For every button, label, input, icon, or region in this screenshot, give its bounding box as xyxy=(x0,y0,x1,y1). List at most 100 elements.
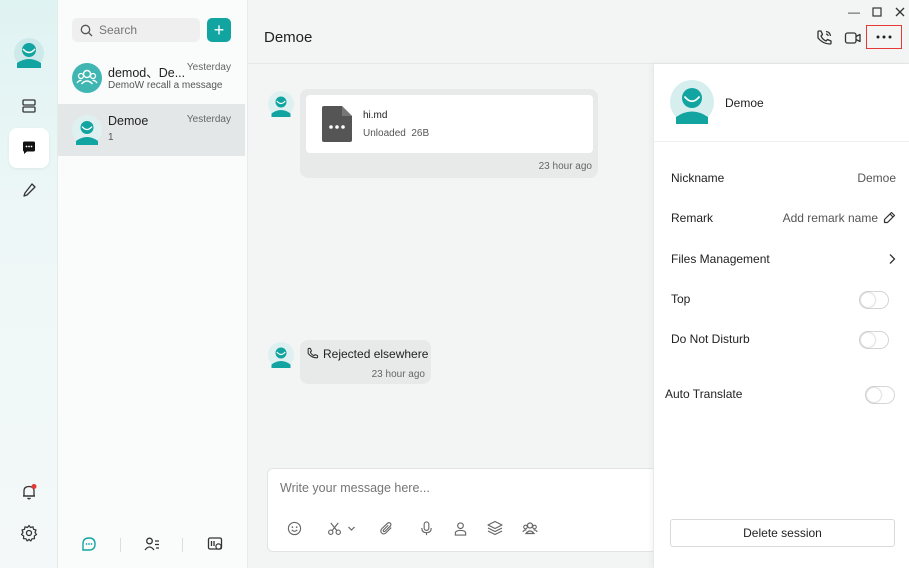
microphone-icon xyxy=(420,520,432,535)
close-window-button[interactable] xyxy=(893,5,907,19)
conversation-name: Demoe xyxy=(108,114,149,128)
video-call-button[interactable] xyxy=(844,30,864,48)
contact-name: Demoe xyxy=(725,96,764,110)
conversation-item-demoe[interactable]: Demoe Yesterday 1 xyxy=(58,104,245,156)
more-options-button[interactable] xyxy=(866,25,902,49)
edit-icon[interactable] xyxy=(883,211,896,224)
file-icon xyxy=(322,106,352,142)
attach-file-button[interactable] xyxy=(377,519,395,537)
tab-workbench[interactable] xyxy=(203,532,227,556)
top-label: Top xyxy=(671,292,691,306)
call-status-text: Rejected elsewhere xyxy=(323,347,429,361)
file-name: hi.md xyxy=(363,110,388,121)
auto-translate-row: Auto Translate xyxy=(665,386,895,407)
scissors-icon xyxy=(327,522,341,535)
files-management-row[interactable]: Files Management xyxy=(671,252,896,272)
top-toggle[interactable] xyxy=(859,291,889,309)
chat-nav-button[interactable] xyxy=(9,128,49,168)
notifications-button[interactable] xyxy=(9,472,49,512)
conversation-time: Yesterday xyxy=(186,62,231,73)
person-icon xyxy=(454,521,466,536)
emoji-button[interactable] xyxy=(285,519,303,537)
chat-title: Demoe xyxy=(264,29,313,46)
remark-label: Remark xyxy=(671,211,714,225)
panel-divider xyxy=(654,141,909,142)
do-not-disturb-toggle[interactable] xyxy=(859,331,889,349)
close-icon xyxy=(895,7,905,17)
auto-translate-label: Auto Translate xyxy=(665,387,743,401)
do-not-disturb-label: Do Not Disturb xyxy=(671,332,750,346)
sender-avatar[interactable] xyxy=(268,91,294,117)
toggle-knob xyxy=(867,388,881,402)
message-input[interactable] xyxy=(280,481,580,495)
tab-chats[interactable] xyxy=(77,532,101,556)
search-input[interactable] xyxy=(99,23,189,37)
layers-icon xyxy=(22,99,36,113)
file-size: 26B xyxy=(411,128,430,139)
gear-icon xyxy=(20,524,38,542)
add-conversation-button[interactable]: + xyxy=(207,18,231,42)
delete-session-button[interactable]: Delete session xyxy=(670,519,895,547)
nickname-value: Demoe xyxy=(857,171,896,185)
emoji-icon xyxy=(287,521,301,535)
chat-circle-icon xyxy=(82,537,96,551)
conversation-item-group[interactable]: demod、De... Yesterday DemoW recall a mes… xyxy=(58,52,245,104)
bell-icon xyxy=(23,484,37,500)
file-status: Unloaded 26B xyxy=(363,128,429,139)
message-time: 23 hour ago xyxy=(371,369,425,380)
screenshot-button[interactable] xyxy=(324,519,358,537)
message-composer xyxy=(267,468,657,552)
contacts-icon xyxy=(144,537,159,551)
maximize-icon xyxy=(872,7,882,17)
phone-icon xyxy=(817,30,832,45)
tab-divider xyxy=(120,538,121,552)
file-card[interactable]: hi.md Unloaded 26B xyxy=(306,95,593,153)
toggle-knob xyxy=(861,293,875,307)
toggle-knob xyxy=(861,333,875,347)
user-avatar-icon xyxy=(72,115,102,145)
workbench-icon xyxy=(207,537,223,550)
voice-call-button[interactable] xyxy=(815,29,835,47)
minimize-button[interactable]: — xyxy=(847,5,861,19)
remark-value[interactable]: Add remark name xyxy=(783,211,878,225)
search-box[interactable] xyxy=(72,18,200,42)
more-dots-icon xyxy=(876,35,892,39)
chevron-down-icon xyxy=(347,526,355,531)
nickname-row: Nickname Demoe xyxy=(671,171,896,191)
search-icon xyxy=(80,24,93,36)
chevron-right-icon xyxy=(889,254,896,264)
settings-button[interactable] xyxy=(9,513,49,553)
remark-row[interactable]: Remark Add remark name xyxy=(671,211,896,231)
nickname-label: Nickname xyxy=(671,171,725,185)
call-message-bubble: Rejected elsewhere 23 hour ago xyxy=(300,340,431,384)
list-bottom-tabs xyxy=(58,532,245,558)
plus-icon: + xyxy=(213,20,225,40)
conversation-name: demod、De... xyxy=(108,66,186,80)
conversation-time: Yesterday xyxy=(186,114,231,125)
minimize-icon: — xyxy=(848,5,860,19)
group-members-button[interactable] xyxy=(521,519,539,537)
conversation-preview: 1 xyxy=(108,132,114,143)
tab-contacts[interactable] xyxy=(140,532,164,556)
auto-translate-toggle[interactable] xyxy=(865,386,895,404)
chat-header xyxy=(248,0,909,64)
workspace-nav-button[interactable] xyxy=(9,86,49,126)
top-row: Top xyxy=(671,291,896,312)
notes-nav-button[interactable] xyxy=(9,170,49,210)
layers-stack-icon xyxy=(487,520,503,536)
do-not-disturb-row: Do Not Disturb xyxy=(671,331,896,352)
phone-icon xyxy=(307,347,319,359)
tab-divider xyxy=(182,538,183,552)
paperclip-icon xyxy=(379,521,392,535)
send-contact-card-button[interactable] xyxy=(451,519,469,537)
file-status-text: Unloaded xyxy=(363,128,406,139)
maximize-button[interactable] xyxy=(870,5,884,19)
sender-avatar[interactable] xyxy=(268,342,294,368)
stack-button[interactable] xyxy=(486,519,504,537)
group-avatar-icon xyxy=(72,63,102,93)
file-message-bubble: hi.md Unloaded 26B 23 hour ago xyxy=(300,89,598,178)
contact-avatar[interactable] xyxy=(670,80,714,124)
voice-message-button[interactable] xyxy=(417,519,435,537)
conversation-preview: DemoW recall a message xyxy=(108,80,223,91)
profile-avatar[interactable] xyxy=(14,38,44,68)
